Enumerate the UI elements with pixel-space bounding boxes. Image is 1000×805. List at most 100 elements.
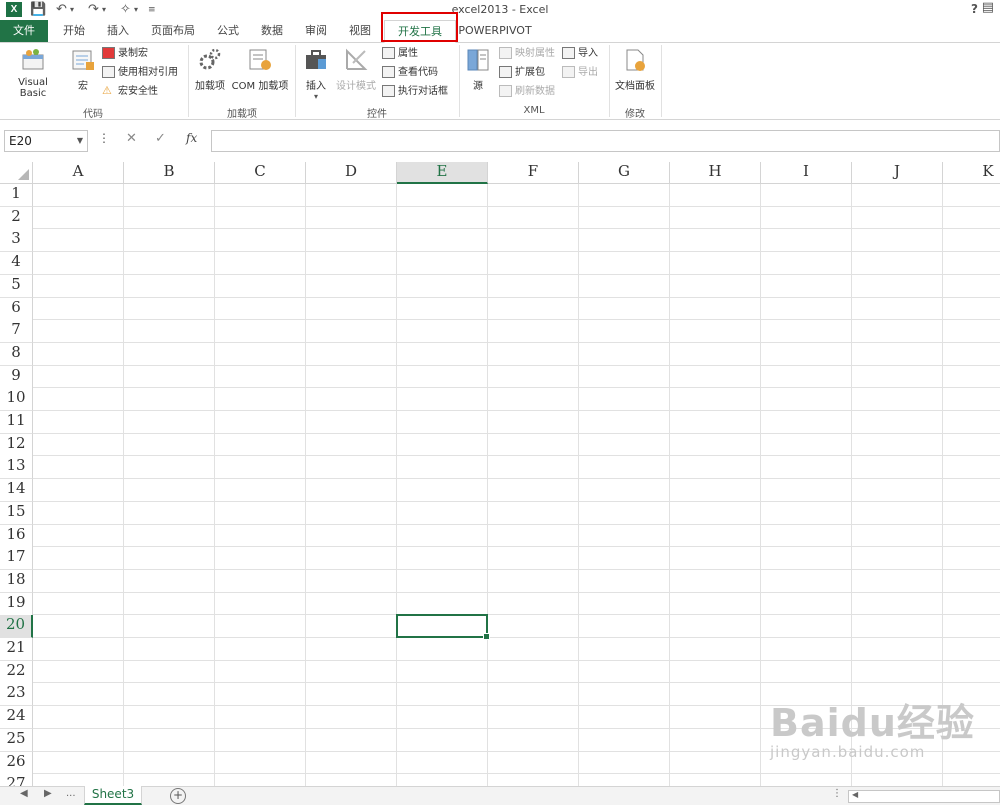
design-mode-icon	[343, 47, 369, 73]
xml-export-button[interactable]: 导出	[562, 64, 598, 82]
com-addins-button[interactable]: COM 加载项	[229, 45, 291, 92]
tab-home[interactable]: 开始	[54, 20, 94, 42]
row-header-11[interactable]: 11	[0, 411, 33, 434]
select-all-corner[interactable]	[0, 162, 33, 184]
add-sheet-button[interactable]: +	[170, 788, 186, 804]
row-header-9[interactable]: 9	[0, 365, 33, 389]
document-panel-button[interactable]: 文档面板	[612, 45, 658, 92]
grid-line	[33, 523, 1000, 525]
insert-dropdown-icon: ▾	[313, 92, 318, 101]
row-header-16[interactable]: 16	[0, 524, 33, 548]
help-button[interactable]: ?	[971, 2, 978, 16]
column-header-c[interactable]: C	[215, 162, 306, 184]
row-header-19[interactable]: 19	[0, 592, 33, 616]
row-header-3[interactable]: 3	[0, 229, 33, 253]
row-header-10[interactable]: 10	[0, 388, 33, 412]
column-header-e[interactable]: E	[397, 162, 488, 184]
row-header-15[interactable]: 15	[0, 501, 33, 525]
group-separator	[459, 45, 460, 117]
expansion-packs-button[interactable]: 扩展包	[499, 64, 545, 82]
view-code-button[interactable]: 查看代码	[382, 64, 438, 82]
column-header-h[interactable]: H	[670, 162, 761, 184]
insert-function-button[interactable]: fx	[186, 131, 197, 145]
record-macro-label: 录制宏	[118, 48, 148, 59]
row-header-24[interactable]: 24	[0, 706, 33, 730]
xml-source-button[interactable]: 源	[464, 45, 492, 92]
row-header-7[interactable]: 7	[0, 320, 33, 344]
addins-button[interactable]: 加载项	[193, 45, 227, 92]
visual-basic-button[interactable]: Visual Basic	[4, 45, 62, 99]
run-dialog-button[interactable]: 执行对话框	[382, 83, 448, 101]
row-header-6[interactable]: 6	[0, 297, 33, 321]
tab-view[interactable]: 视图	[340, 20, 380, 42]
column-header-i[interactable]: I	[761, 162, 852, 184]
column-header-k[interactable]: K	[943, 162, 1000, 184]
tab-file[interactable]: 文件	[0, 20, 48, 42]
more-sheets-button[interactable]: ...	[66, 788, 76, 799]
prev-sheet-icon[interactable]: ◀	[20, 788, 28, 799]
macro-security-button[interactable]: ⚠ 宏安全性	[102, 83, 158, 101]
row-header-4[interactable]: 4	[0, 252, 33, 276]
grid-line	[33, 341, 1000, 343]
next-sheet-icon[interactable]: ▶	[44, 788, 52, 799]
grid-line	[33, 455, 1000, 457]
row-header-17[interactable]: 17	[0, 547, 33, 571]
name-box[interactable]: E20 ▼	[4, 130, 88, 152]
relative-reference-button[interactable]: 使用相对引用	[102, 64, 178, 82]
addins-label: 加载项	[195, 81, 225, 92]
row-header-18[interactable]: 18	[0, 569, 33, 593]
map-properties-button[interactable]: 映射属性	[499, 45, 555, 63]
column-header-d[interactable]: D	[306, 162, 397, 184]
tab-page-layout[interactable]: 页面布局	[142, 20, 204, 42]
formula-input[interactable]	[211, 130, 1000, 152]
row-header-22[interactable]: 22	[0, 660, 33, 684]
horizontal-scrollbar[interactable]: ◀	[848, 790, 1000, 803]
ribbon-display-icon[interactable]: ▤	[982, 0, 994, 15]
cancel-button[interactable]: ✕	[126, 131, 137, 146]
tab-powerpivot[interactable]: POWERPIVOT	[458, 20, 532, 42]
window-title: excel2013 - Excel	[451, 3, 549, 16]
row-header-1[interactable]: 1	[0, 184, 33, 207]
row-header-21[interactable]: 21	[0, 638, 33, 661]
selected-cell[interactable]	[396, 614, 490, 640]
record-macro-button[interactable]: 录制宏	[102, 45, 148, 63]
scroll-left-icon[interactable]: ◀	[852, 790, 858, 799]
column-header-b[interactable]: B	[124, 162, 215, 184]
row-header-14[interactable]: 14	[0, 479, 33, 503]
row-header-26[interactable]: 26	[0, 751, 33, 775]
sheet-tab-sheet3[interactable]: Sheet3	[84, 786, 142, 805]
ribbon-tabs: 文件 开始 插入 页面布局 公式 数据 审阅 视图 开发工具 POWERPIVO…	[0, 20, 1000, 43]
row-header-8[interactable]: 8	[0, 342, 33, 366]
macros-button[interactable]: 宏	[66, 45, 100, 92]
row-header-23[interactable]: 23	[0, 683, 33, 707]
tab-formulas[interactable]: 公式	[208, 20, 248, 42]
row-header-25[interactable]: 25	[0, 728, 33, 752]
row-header-13[interactable]: 13	[0, 456, 33, 480]
insert-control-button[interactable]: 插入 ▾	[300, 45, 332, 101]
refresh-data-button[interactable]: 刷新数据	[499, 83, 555, 101]
column-header-g[interactable]: G	[579, 162, 670, 184]
record-macro-icon	[102, 47, 115, 59]
formula-bar: E20 ▼ ⋮ ✕ ✓ fx	[0, 128, 1000, 154]
row-header-12[interactable]: 12	[0, 433, 33, 457]
run-dialog-icon	[382, 85, 395, 97]
design-mode-button[interactable]: 设计模式	[334, 45, 378, 92]
tab-insert[interactable]: 插入	[98, 20, 138, 42]
column-header-a[interactable]: A	[33, 162, 124, 184]
row-header-2[interactable]: 2	[0, 206, 33, 230]
more-icon[interactable]: ⋮	[98, 131, 110, 145]
column-header-j[interactable]: J	[852, 162, 943, 184]
grid-line	[33, 251, 1000, 253]
properties-button[interactable]: 属性	[382, 45, 418, 63]
tab-data[interactable]: 数据	[252, 20, 292, 42]
row-header-20[interactable]: 20	[0, 615, 33, 639]
fill-handle[interactable]	[483, 632, 490, 640]
row-header-5[interactable]: 5	[0, 274, 33, 298]
more-icon[interactable]: ⋮	[832, 788, 842, 799]
xml-import-button[interactable]: 导入	[562, 45, 598, 63]
tab-review[interactable]: 审阅	[296, 20, 336, 42]
enter-button[interactable]: ✓	[155, 131, 166, 146]
column-header-f[interactable]: F	[488, 162, 579, 184]
row-header-27[interactable]: 27	[0, 774, 33, 786]
chevron-down-icon[interactable]: ▼	[77, 131, 83, 151]
